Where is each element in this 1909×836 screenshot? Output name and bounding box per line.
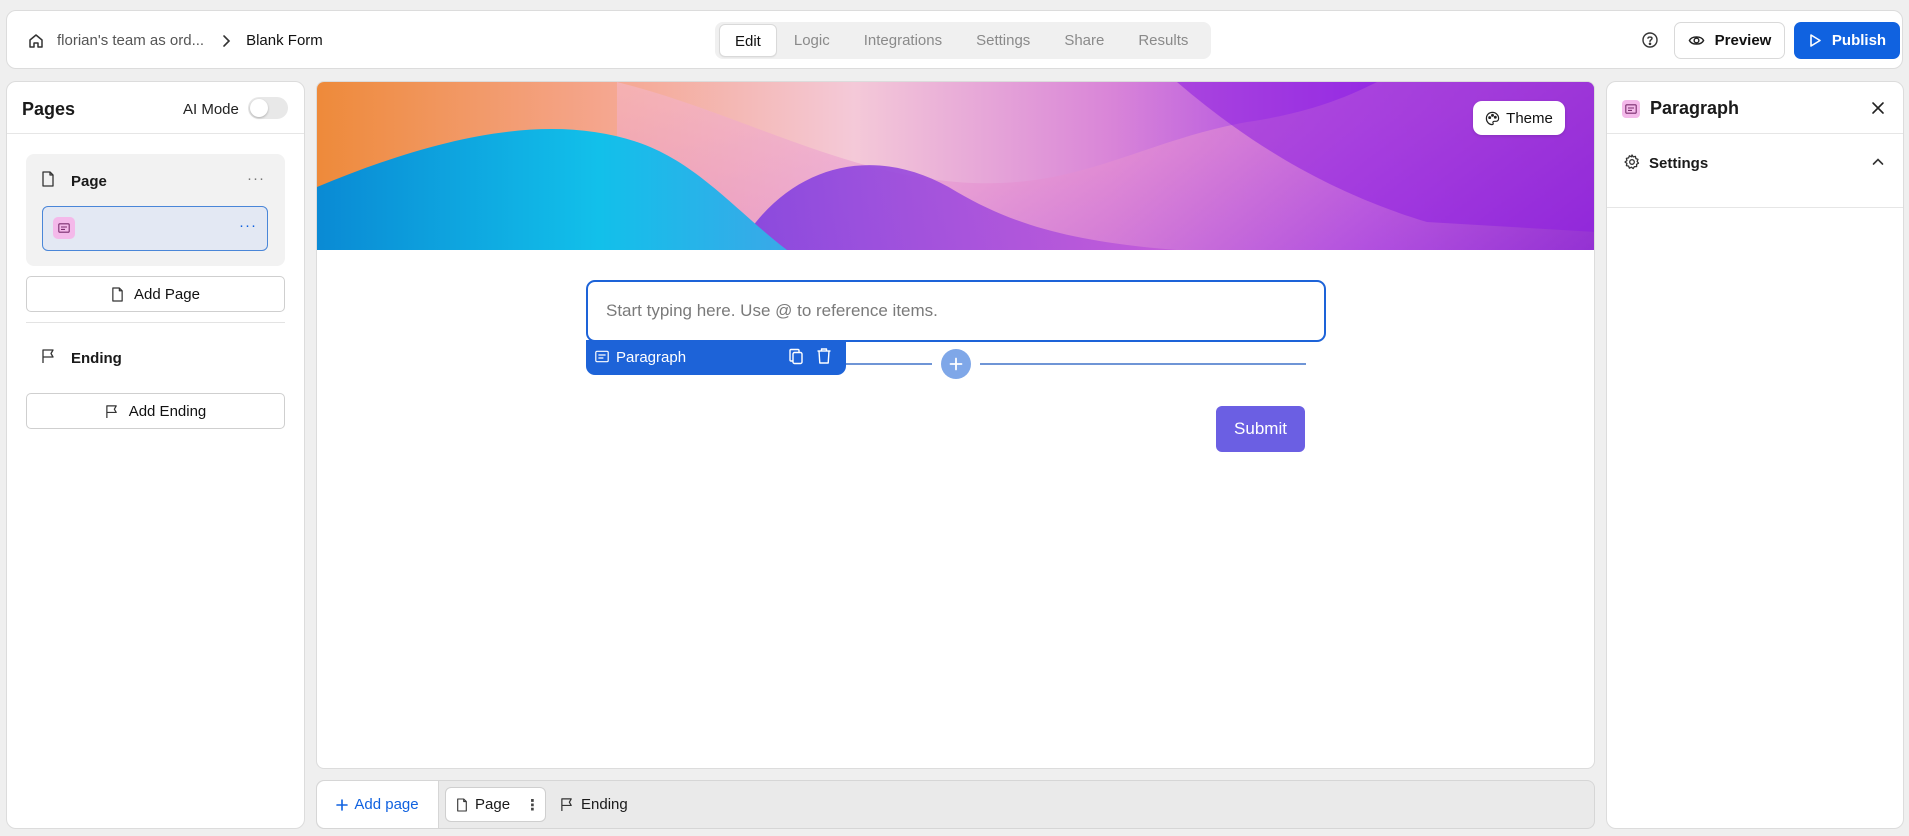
paragraph-tag-label: Paragraph: [616, 349, 687, 366]
paragraph-icon: [53, 217, 75, 239]
file-icon: [456, 797, 468, 812]
flag-icon: [41, 348, 56, 364]
tab-share[interactable]: Share: [1047, 24, 1121, 57]
palette-icon: [1485, 111, 1500, 126]
bottom-add-page-label: Add page: [354, 796, 419, 813]
pages-panel-header: Pages AI Mode: [7, 82, 304, 134]
bottom-add-page-button[interactable]: Add page: [317, 781, 439, 828]
file-icon: [41, 171, 55, 187]
vertical-more-icon[interactable]: ⋮: [525, 796, 540, 814]
tab-integrations[interactable]: Integrations: [847, 24, 959, 57]
preview-label: Preview: [1714, 32, 1772, 49]
insert-line-left: [846, 363, 932, 365]
paragraph-input[interactable]: Start typing here. Use @ to reference it…: [586, 280, 1326, 342]
copy-icon[interactable]: [788, 348, 804, 365]
pages-panel: Pages AI Mode Page ··· ··· Add Page Endi: [6, 81, 305, 829]
flag-icon: [105, 404, 119, 419]
page-navigator: Add page Page ⋮ Ending: [316, 780, 1595, 829]
ai-mode-toggle[interactable]: [248, 97, 288, 119]
chevron-right-icon: [218, 33, 234, 49]
eye-icon: [1688, 32, 1705, 49]
page-item-label: Page: [71, 173, 107, 190]
tab-settings[interactable]: Settings: [959, 24, 1047, 57]
tab-edit[interactable]: Edit: [719, 24, 777, 57]
settings-label: Settings: [1649, 155, 1709, 172]
paragraph-toolbar: Paragraph: [586, 340, 846, 375]
divider: [26, 322, 285, 323]
add-page-button[interactable]: Add Page: [26, 276, 285, 312]
breadcrumb-form[interactable]: Blank Form: [246, 32, 323, 49]
ending-item[interactable]: Ending: [26, 334, 285, 378]
paragraph-icon: [595, 350, 609, 363]
publish-label: Publish: [1831, 32, 1887, 49]
cover-image: [317, 82, 1594, 250]
tab-bar: Edit Logic Integrations Settings Share R…: [715, 22, 1211, 59]
close-icon[interactable]: [1871, 101, 1885, 115]
bottom-page-tab[interactable]: Page ⋮: [445, 787, 546, 822]
paragraph-icon: [1622, 100, 1640, 118]
page-more-icon[interactable]: ···: [247, 170, 265, 187]
add-ending-label: Add Ending: [128, 402, 207, 420]
toggle-knob: [250, 99, 268, 117]
help-icon[interactable]: [1641, 31, 1659, 49]
properties-header: Paragraph: [1607, 82, 1903, 134]
gear-icon: [1624, 154, 1640, 170]
bottom-ending-tab[interactable]: Ending: [560, 787, 628, 822]
properties-panel: Paragraph Settings: [1606, 81, 1904, 829]
theme-label: Theme: [1506, 109, 1553, 127]
play-icon: [1808, 33, 1822, 48]
settings-section[interactable]: Settings: [1607, 134, 1903, 208]
plus-icon: [949, 357, 963, 371]
ai-mode-label: AI Mode: [183, 101, 239, 118]
add-block-button[interactable]: [941, 349, 971, 379]
form-canvas: Theme Start typing here. Use @ to refere…: [316, 81, 1595, 769]
bottom-ending-label: Ending: [581, 796, 628, 813]
breadcrumb-team[interactable]: florian's team as ord...: [57, 32, 204, 49]
tab-logic[interactable]: Logic: [777, 24, 847, 57]
publish-button[interactable]: Publish: [1794, 22, 1900, 59]
pages-title: Pages: [22, 99, 76, 119]
submit-button[interactable]: Submit: [1216, 406, 1305, 452]
preview-button[interactable]: Preview: [1674, 22, 1785, 59]
file-icon: [111, 286, 124, 302]
tab-results[interactable]: Results: [1121, 24, 1205, 57]
add-page-label: Add Page: [134, 285, 200, 303]
properties-title: Paragraph: [1650, 98, 1740, 118]
flag-icon: [560, 797, 574, 812]
add-ending-button[interactable]: Add Ending: [26, 393, 285, 429]
page-block: Page ··· ···: [26, 154, 285, 266]
bottom-page-label: Page: [475, 796, 511, 813]
theme-button[interactable]: Theme: [1473, 101, 1565, 135]
top-bar: florian's team as ord... Blank Form Edit…: [6, 10, 1903, 69]
home-icon[interactable]: [27, 32, 45, 50]
breadcrumb: florian's team as ord... Blank Form: [27, 11, 323, 70]
paragraph-item[interactable]: ···: [42, 206, 268, 251]
insert-line-right: [980, 363, 1306, 365]
paragraph-item-more-icon[interactable]: ···: [239, 217, 257, 234]
ending-item-label: Ending: [71, 350, 122, 367]
plus-icon: [336, 798, 349, 811]
page-item[interactable]: Page ···: [26, 154, 285, 202]
trash-icon[interactable]: [816, 347, 832, 365]
chevron-up-icon[interactable]: [1871, 155, 1885, 169]
